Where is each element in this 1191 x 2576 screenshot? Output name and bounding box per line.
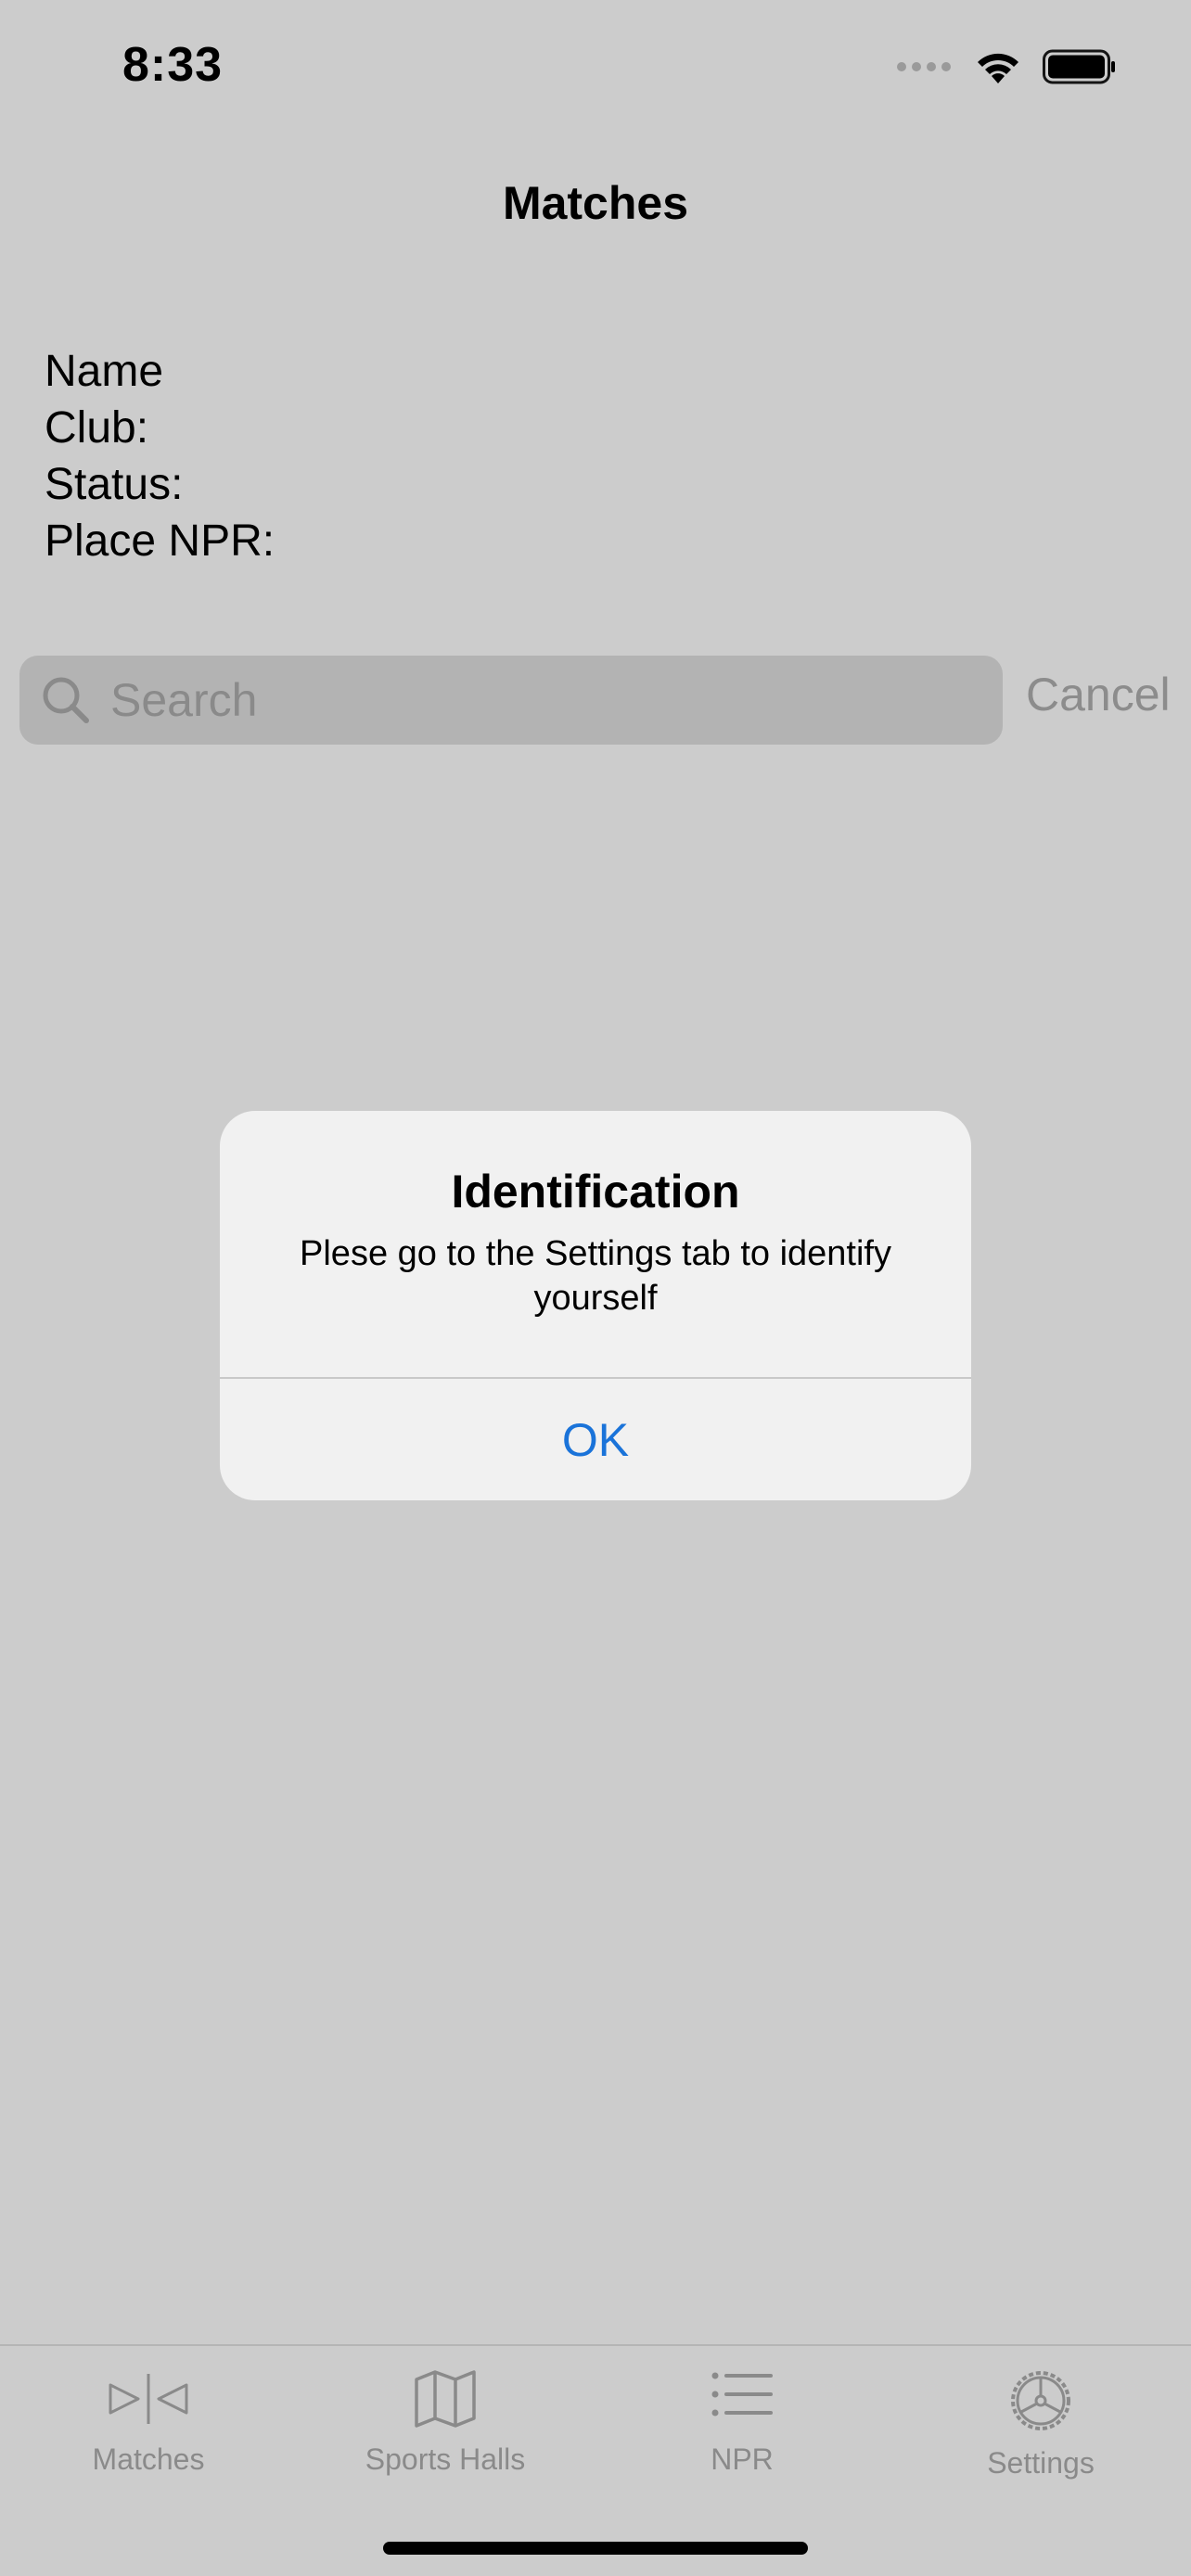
tab-label: Settings	[987, 2446, 1095, 2480]
alert-title: Identification	[451, 1166, 740, 1218]
list-icon	[711, 2372, 773, 2417]
club-label: Club:	[45, 403, 149, 453]
map-icon	[415, 2370, 476, 2428]
home-indicator	[383, 2542, 808, 2555]
name-label: Name	[45, 347, 164, 396]
search-input[interactable]	[110, 673, 945, 727]
alert-message: Plese go to the Settings tab to identify…	[300, 1234, 891, 1318]
tab-matches[interactable]: Matches	[0, 2366, 297, 2477]
wifi-icon	[978, 53, 1018, 83]
battery-icon	[1043, 49, 1115, 84]
page-title: Matches	[502, 177, 689, 229]
cellular-signal-icon	[897, 62, 951, 71]
tab-label: Matches	[92, 2442, 205, 2476]
cancel-button[interactable]: Cancel	[1026, 668, 1171, 721]
profile-info: Name Club: Status: Place NPR:	[45, 343, 275, 569]
gear-icon	[1011, 2371, 1070, 2430]
search-bar[interactable]	[19, 656, 1003, 745]
tab-npr[interactable]: NPR	[594, 2366, 890, 2477]
tab-sports-halls[interactable]: Sports Halls	[297, 2366, 594, 2477]
tab-label: Sports Halls	[365, 2442, 526, 2476]
search-icon	[43, 677, 89, 723]
status-icons	[896, 45, 1117, 89]
status-label: Status:	[45, 460, 184, 509]
tab-label: NPR	[711, 2442, 774, 2476]
screen: 8:33 Matches Name Club: Status: Place NP…	[0, 0, 1191, 2576]
identification-alert: Identification Plese go to the Settings …	[220, 1111, 971, 1500]
status-time: 8:33	[122, 38, 224, 92]
tab-settings[interactable]: Settings	[892, 2366, 1189, 2480]
ok-button[interactable]: OK	[220, 1379, 971, 1500]
matches-icon	[109, 2374, 188, 2424]
place-npr-label: Place NPR:	[45, 516, 275, 566]
